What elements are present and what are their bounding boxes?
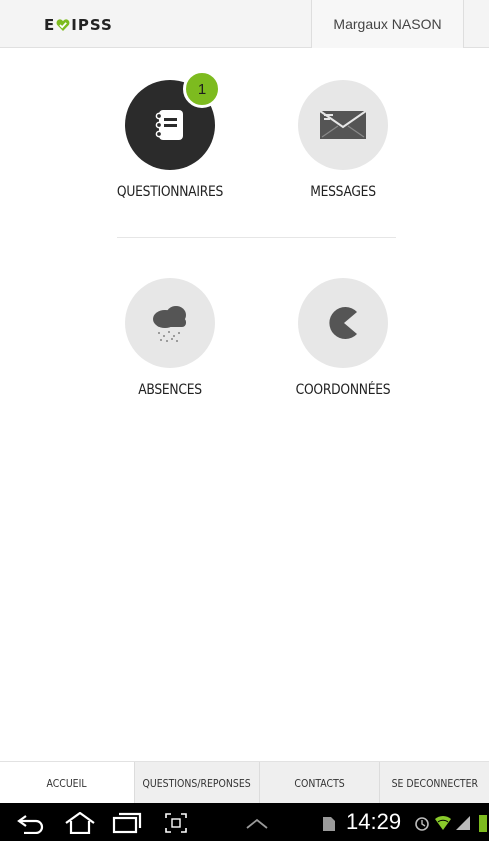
- bottom-tab-bar: ACCUEIL QUESTIONS/REPONSES CONTACTS SE D…: [0, 761, 489, 804]
- system-nav-bar: 14:29: [0, 803, 489, 841]
- recent-apps-icon[interactable]: [112, 812, 142, 834]
- tab-accueil[interactable]: ACCUEIL: [0, 762, 135, 804]
- screenshot-icon[interactable]: [164, 812, 188, 834]
- logo-text-left: E: [44, 16, 56, 34]
- snow-cloud-icon: [153, 306, 186, 342]
- battery-icon: [479, 815, 487, 832]
- messages-circle[interactable]: [298, 80, 388, 170]
- logo-text-right: IPSS: [71, 16, 113, 34]
- coordonnees-circle[interactable]: [298, 278, 388, 368]
- back-icon[interactable]: [16, 812, 46, 834]
- absences-circle[interactable]: [125, 278, 215, 368]
- questionnaires-circle[interactable]: 1: [125, 70, 221, 170]
- user-name-button[interactable]: Margaux NASON: [311, 0, 464, 48]
- signal-icon: [456, 816, 470, 830]
- tile-absences[interactable]: ABSENCES: [100, 278, 240, 398]
- tab-contacts-label: CONTACTS: [294, 776, 345, 790]
- tiles-divider: [117, 237, 396, 238]
- alarm-icon: [415, 817, 429, 831]
- tile-messages[interactable]: MESSAGES: [273, 80, 413, 200]
- tab-contacts[interactable]: CONTACTS: [260, 762, 380, 804]
- tile-label-absences: ABSENCES: [138, 382, 202, 398]
- tab-accueil-label: ACCUEIL: [46, 776, 88, 790]
- tile-questionnaires[interactable]: 1 QUESTIONNAIRES: [100, 70, 240, 200]
- tile-label-coordonnees: COORDONNÉES: [295, 382, 391, 398]
- tab-questions-reponses[interactable]: QUESTIONS/REPONSES: [135, 762, 260, 804]
- wifi-icon: [435, 815, 451, 830]
- tile-coordonnees[interactable]: COORDONNÉES: [273, 278, 413, 398]
- tab-se-deconnecter[interactable]: SE DECONNECTER: [380, 762, 489, 804]
- notification-badge: 1: [183, 70, 221, 108]
- eoipss-logo[interactable]: E IPSS: [44, 15, 113, 35]
- home-icon[interactable]: [64, 812, 96, 834]
- notebook-icon: [155, 110, 183, 140]
- tab-questions-reponses-label: QUESTIONS/REPONSES: [142, 776, 252, 790]
- sim-card-icon: [323, 817, 335, 831]
- user-name-label: Margaux NASON: [333, 16, 442, 32]
- tile-label-messages: MESSAGES: [310, 184, 376, 200]
- tab-se-deconnecter-label: SE DECONNECTER: [391, 776, 478, 790]
- pacman-icon: [329, 307, 357, 339]
- chevron-up-icon[interactable]: [244, 812, 270, 834]
- tile-label-questionnaires: QUESTIONNAIRES: [116, 184, 224, 200]
- envelope-icon: [319, 110, 367, 139]
- heart-check-icon: [56, 19, 70, 31]
- app-header: E IPSS Margaux NASON: [0, 0, 489, 48]
- clock: 14:29: [346, 809, 402, 834]
